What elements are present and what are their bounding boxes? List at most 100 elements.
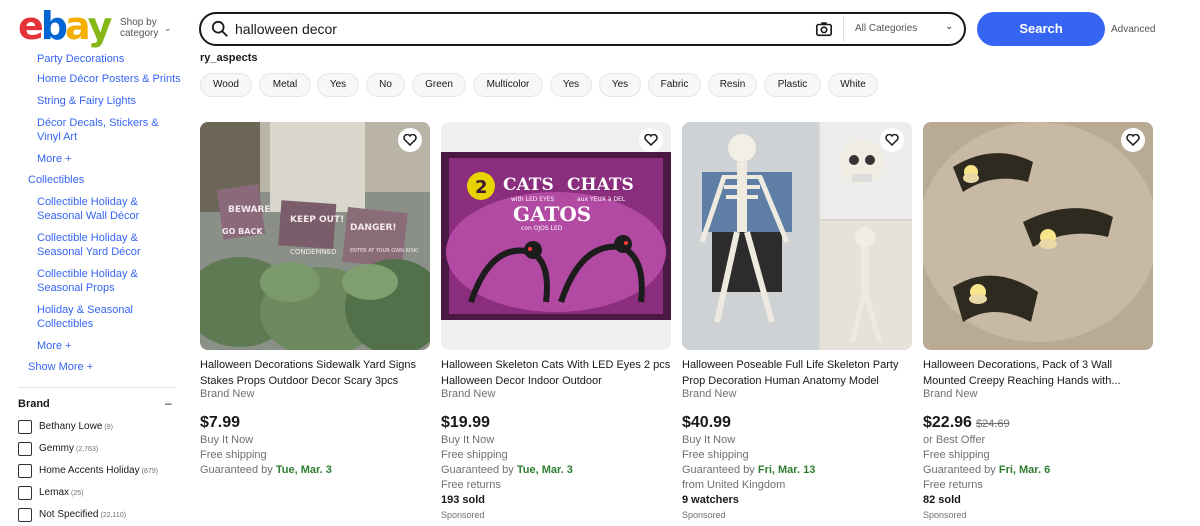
- product-title[interactable]: Halloween Decorations Sidewalk Yard Sign…: [200, 357, 430, 389]
- product-price: $22.96 $24.69: [923, 414, 1010, 432]
- brand-label: Lemax: [39, 487, 70, 498]
- watchers-count: 9 watchers: [682, 494, 739, 506]
- product-price: $40.99: [682, 414, 731, 432]
- checkbox[interactable]: [18, 464, 32, 478]
- sidebar-link[interactable]: Holiday & Seasonal Collectibles: [37, 303, 182, 331]
- product-price: $7.99: [200, 414, 240, 432]
- origin-text: from United Kingdom: [682, 479, 786, 491]
- guarantee-label: Guaranteed by: [682, 464, 755, 476]
- divider: [18, 387, 175, 388]
- sidebar-link[interactable]: Collectible Holiday & Seasonal Wall Déco…: [37, 195, 182, 223]
- plus-icon: +: [65, 340, 72, 352]
- delivery-guarantee: Guaranteed by Fri, Mar. 13: [682, 464, 815, 476]
- shop-by-category-button[interactable]: Shop by category ⌄: [120, 17, 172, 39]
- more-label: More: [37, 340, 63, 352]
- box-text: CHATS: [567, 175, 634, 195]
- sign-text: GO BACK: [222, 227, 263, 236]
- checkbox[interactable]: [18, 420, 32, 434]
- product-title[interactable]: Halloween Skeleton Cats With LED Eyes 2 …: [441, 357, 671, 389]
- brand-count: (22,110): [100, 512, 127, 519]
- sign-text: BEWARE: [228, 205, 271, 215]
- sidebar-item-collectibles[interactable]: Collectibles: [28, 173, 84, 187]
- aspect-chip[interactable]: Resin: [708, 73, 757, 97]
- price-value: $22.96: [923, 414, 972, 431]
- sponsored-label: Sponsored: [441, 510, 485, 520]
- brand-count: (25): [71, 490, 84, 497]
- watch-heart-button[interactable]: [398, 128, 422, 152]
- product-card[interactable]: BEWARE GO BACK KEEP OUT! DANGER! ENTER A…: [200, 122, 430, 526]
- aspect-chip[interactable]: Wood: [200, 73, 252, 97]
- product-title[interactable]: Halloween Poseable Full Life Skeleton Pa…: [682, 357, 912, 389]
- checkbox[interactable]: [18, 442, 32, 456]
- aspect-chip[interactable]: Plastic: [764, 73, 821, 97]
- brand-count: (2,763): [76, 446, 99, 453]
- returns-text: Free returns: [923, 479, 983, 491]
- brand-count: (9): [104, 424, 113, 431]
- collapse-icon[interactable]: –: [165, 396, 172, 410]
- search-input[interactable]: halloween decor: [235, 21, 337, 37]
- logo-letter-a: a: [64, 4, 91, 48]
- aspect-chip[interactable]: Yes: [317, 73, 359, 97]
- shipping-text: Free shipping: [200, 449, 267, 461]
- product-card[interactable]: 2 CATS CHATS with LED EYES aux YEUX à DE…: [441, 122, 671, 526]
- aspect-chip[interactable]: Fabric: [648, 73, 701, 97]
- shipping-text: Free shipping: [441, 449, 508, 461]
- brand-label: Bethany Lowe: [39, 421, 103, 432]
- sidebar-link[interactable]: String & Fairy Lights: [37, 94, 182, 108]
- delivery-guarantee: Guaranteed by Tue, Mar. 3: [200, 464, 332, 476]
- product-title[interactable]: Halloween Decorations, Pack of 3 Wall Mo…: [923, 357, 1153, 389]
- brand-heading: Brand: [18, 398, 50, 410]
- brand-count: (879): [141, 468, 158, 475]
- sidebar-link[interactable]: Collectible Holiday & Seasonal Props: [37, 267, 182, 295]
- plus-icon: +: [65, 153, 72, 165]
- guarantee-label: Guaranteed by: [441, 464, 514, 476]
- delivery-date: Tue, Mar. 3: [275, 464, 332, 476]
- shipping-text: Free shipping: [923, 449, 990, 461]
- aspect-chip[interactable]: Metal: [259, 73, 311, 97]
- sidebar-link[interactable]: Home Décor Posters & Prints: [37, 72, 182, 86]
- price-value: $7.99: [200, 414, 241, 431]
- delivery-guarantee: Guaranteed by Tue, Mar. 3: [441, 464, 573, 476]
- product-image[interactable]: [682, 122, 912, 350]
- product-image[interactable]: [923, 122, 1153, 350]
- box-text: GATOS: [513, 202, 591, 226]
- reaching-hands-photo: [923, 122, 1153, 350]
- watch-heart-button[interactable]: [1121, 128, 1145, 152]
- aspect-chip[interactable]: Yes: [550, 73, 592, 97]
- sidebar-link[interactable]: Party Decorations: [37, 52, 182, 66]
- sidebar-link[interactable]: Décor Decals, Stickers & Vinyl Art: [37, 116, 182, 144]
- watch-heart-button[interactable]: [880, 128, 904, 152]
- search-bar[interactable]: halloween decor All Categories ⌄: [199, 12, 966, 46]
- returns-text: Free returns: [441, 479, 501, 491]
- price-value: $40.99: [682, 414, 731, 431]
- brand-label: Home Accents Holiday: [39, 465, 140, 476]
- category-select[interactable]: All Categories: [855, 23, 917, 34]
- show-more-link[interactable]: Show More +: [28, 360, 93, 374]
- aspect-chip[interactable]: Green: [412, 73, 466, 97]
- yard-signs-photo: BEWARE GO BACK KEEP OUT! DANGER! ENTER A…: [200, 122, 430, 350]
- watch-heart-button[interactable]: [639, 128, 663, 152]
- product-condition: Brand New: [923, 388, 978, 400]
- ebay-logo[interactable]: ebay: [18, 4, 112, 48]
- camera-icon[interactable]: [815, 20, 833, 38]
- product-card[interactable]: Halloween Decorations, Pack of 3 Wall Mo…: [923, 122, 1153, 526]
- sidebar-link[interactable]: Collectible Holiday & Seasonal Yard Déco…: [37, 231, 182, 259]
- skeleton-photo: [682, 122, 912, 350]
- product-image[interactable]: 2 CATS CHATS with LED EYES aux YEUX à DE…: [441, 122, 671, 350]
- search-button[interactable]: Search: [977, 12, 1105, 46]
- checkbox[interactable]: [18, 508, 32, 522]
- aspect-chip[interactable]: No: [366, 73, 405, 97]
- more-link[interactable]: More +: [37, 339, 182, 353]
- product-condition: Brand New: [200, 388, 255, 400]
- checkbox[interactable]: [18, 486, 32, 500]
- chevron-down-icon: ⌄: [945, 21, 954, 32]
- search-icon: [211, 20, 228, 37]
- aspect-chip[interactable]: Yes: [599, 73, 641, 97]
- aspect-chip[interactable]: White: [828, 73, 878, 97]
- more-link[interactable]: More +: [37, 152, 182, 166]
- aspect-chip[interactable]: Multicolor: [473, 73, 543, 97]
- advanced-link[interactable]: Advanced: [1111, 24, 1155, 35]
- product-image[interactable]: BEWARE GO BACK KEEP OUT! DANGER! ENTER A…: [200, 122, 430, 350]
- product-card[interactable]: Halloween Poseable Full Life Skeleton Pa…: [682, 122, 912, 526]
- header: ebay Shop by category ⌄ halloween decor …: [0, 0, 1200, 52]
